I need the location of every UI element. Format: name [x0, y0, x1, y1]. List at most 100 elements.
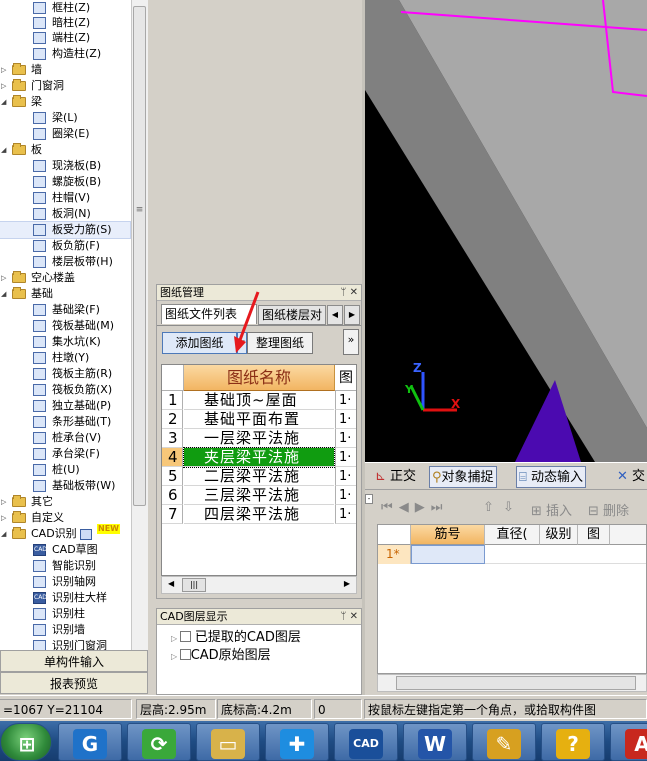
tree-node[interactable]: 板受力筋(S): [0, 221, 131, 239]
tab-drawing-floor[interactable]: 图纸楼层对: [258, 305, 326, 325]
checkbox[interactable]: [179, 649, 191, 660]
drawing-list-grid[interactable]: 图纸名称 图 1 基础顶~屋面 1· 2 基础平面布置 1· 3 一层梁平法施 1· 4 夹层梁平法…: [161, 364, 357, 576]
tree-node[interactable]: 承台梁(F): [0, 446, 130, 462]
column-header-grade[interactable]: 级别: [540, 525, 578, 545]
tree-node[interactable]: 筏板基础(M): [0, 318, 130, 334]
dynamic-input-button[interactable]: ⌸ 动态输入: [516, 466, 586, 488]
rebar-row-cells[interactable]: [485, 545, 646, 564]
column-header-diameter[interactable]: 直径(: [485, 525, 540, 545]
collapse-icon[interactable]: ◢: [1, 526, 8, 542]
table-row[interactable]: 2 基础平面布置 1·: [162, 410, 356, 429]
tab-next-icon[interactable]: ▶: [344, 305, 360, 325]
move-down-icon[interactable]: ⇩: [503, 500, 514, 515]
tree-node[interactable]: ▷ 空心楼盖: [0, 270, 130, 286]
close-icon[interactable]: ✕: [350, 611, 358, 622]
drawing-name-cell[interactable]: 三层梁平法施: [184, 486, 334, 505]
column-header-extra[interactable]: [610, 525, 646, 545]
tab-prev-icon[interactable]: ◀: [327, 305, 343, 325]
tree-node[interactable]: 独立基础(P): [0, 398, 130, 414]
collapse-icon[interactable]: ◢: [1, 142, 8, 158]
rebar-hscrollbar[interactable]: [377, 674, 647, 692]
tree-node[interactable]: CAD 识别柱大样: [0, 590, 130, 606]
tree-node[interactable]: 桩承台(V): [0, 430, 130, 446]
drawing-name-cell[interactable]: 基础平面布置: [184, 410, 334, 429]
tree-node[interactable]: 识别柱: [0, 606, 130, 622]
drawing-col3-cell[interactable]: 1·: [335, 410, 356, 429]
drawing-col3-cell[interactable]: 1·: [335, 505, 356, 524]
table-row[interactable]: 3 一层梁平法施 1·: [162, 429, 356, 448]
tree-node[interactable]: 暗柱(Z): [0, 15, 130, 31]
taskbar-button[interactable]: ✚: [265, 723, 329, 761]
tree-node[interactable]: 构造柱(Z): [0, 46, 130, 62]
pin-icon[interactable]: ᛘ: [340, 287, 346, 298]
expand-icon[interactable]: ▷: [1, 494, 8, 510]
taskbar-button[interactable]: CAD: [334, 723, 398, 761]
layer-item-original[interactable]: ▷ CAD原始图层: [171, 647, 271, 665]
drawing-name-cell[interactable]: 四层梁平法施: [184, 505, 334, 524]
table-row[interactable]: 6 三层梁平法施 1·: [162, 486, 356, 505]
drawing-viewport[interactable]: Z X Y: [365, 0, 647, 462]
taskbar-button[interactable]: ▭: [196, 723, 260, 761]
expand-icon[interactable]: ▷: [171, 634, 180, 643]
rebar-cell-current[interactable]: [411, 545, 485, 564]
tree-node[interactable]: 基础板带(W): [0, 478, 130, 494]
tree-node[interactable]: 基础梁(F): [0, 302, 130, 318]
checkbox[interactable]: [179, 631, 191, 642]
tree-node[interactable]: ◢ CAD识别 NEW: [0, 524, 130, 542]
taskbar-button[interactable]: ?: [541, 723, 605, 761]
column-header-shape[interactable]: 图: [578, 525, 610, 545]
expand-icon[interactable]: ▷: [1, 78, 8, 94]
taskbar-button[interactable]: ⟳: [127, 723, 191, 761]
expand-icon[interactable]: ▷: [1, 270, 8, 286]
taskbar-button[interactable]: G: [58, 723, 122, 761]
tree-node[interactable]: ▷ 墙: [0, 62, 130, 78]
report-preview-button[interactable]: 报表预览: [0, 672, 148, 694]
nav-arrows-icon[interactable]: ⏮◀▶⏭: [381, 500, 448, 515]
tree-node[interactable]: ▷ 其它: [0, 494, 130, 510]
tree-node[interactable]: ◢ 梁: [0, 94, 130, 110]
rebar-grid[interactable]: 筋号 直径( 级别 图 1*: [377, 524, 647, 674]
drawing-list-hscrollbar[interactable]: ◀ ||| ▶: [161, 576, 357, 594]
drawing-name-cell[interactable]: 夹层梁平法施: [183, 447, 335, 468]
tree-node[interactable]: 圈梁(E): [0, 126, 130, 142]
expand-icon[interactable]: ▷: [1, 510, 8, 526]
taskbar-button[interactable]: A: [610, 723, 647, 761]
column-header-drawing-name[interactable]: 图纸名称: [184, 365, 335, 391]
drawing-col3-cell[interactable]: 1·: [335, 429, 356, 448]
tree-node[interactable]: 桩(U): [0, 462, 130, 478]
table-row[interactable]: 1 基础顶~屋面 1·: [162, 391, 356, 410]
tree-node[interactable]: 端柱(Z): [0, 30, 130, 46]
tree-node[interactable]: 条形基础(T): [0, 414, 130, 430]
tree-node[interactable]: 柱帽(V): [0, 190, 130, 206]
rebar-hscroll-thumb[interactable]: [396, 676, 636, 690]
tree-node[interactable]: 识别门窗洞: [0, 638, 130, 650]
layer-item-extracted[interactable]: ▷ 已提取的CAD图层: [171, 629, 301, 647]
expand-icon[interactable]: ▷: [171, 652, 180, 661]
pin-icon[interactable]: ᛘ: [340, 611, 346, 622]
move-up-icon[interactable]: ⇧: [483, 500, 494, 515]
drawing-name-cell[interactable]: 基础顶~屋面: [184, 391, 334, 410]
tree-node[interactable]: 筏板主筋(R): [0, 366, 130, 382]
book-icon[interactable]: [80, 529, 92, 540]
close-icon[interactable]: ✕: [350, 287, 358, 298]
taskbar-button[interactable]: ✎: [472, 723, 536, 761]
tree-node[interactable]: ◢ 板: [0, 142, 130, 158]
tree-node[interactable]: 板洞(N): [0, 206, 130, 222]
column-header-3[interactable]: 图: [335, 365, 356, 391]
add-drawing-button[interactable]: 添加图纸: [162, 332, 237, 354]
table-row[interactable]: 4 夹层梁平法施 1·: [162, 447, 356, 468]
expand-icon[interactable]: ▷: [1, 62, 8, 78]
tree-node[interactable]: 框柱(Z): [0, 0, 130, 16]
collapse-icon[interactable]: ◢: [1, 286, 8, 302]
scroll-right-icon[interactable]: ▶: [344, 579, 350, 588]
tree-node[interactable]: ▷ 门窗洞: [0, 78, 130, 94]
component-tree[interactable]: 框柱(Z) 暗柱(Z) 端柱(Z) 构造柱(Z) ▷ 墙 ▷ 门窗洞 ◢ 梁梁(L) 圈梁(E) ◢ 板…: [0, 0, 131, 650]
tree-node[interactable]: 螺旋板(B): [0, 174, 130, 190]
tree-node[interactable]: ◢ 基础: [0, 286, 130, 302]
column-header-rebar-no[interactable]: 筋号: [411, 525, 485, 545]
tree-scroll-thumb[interactable]: [133, 6, 146, 506]
object-snap-button[interactable]: ⚲对象捕捉: [429, 466, 497, 488]
single-input-button[interactable]: 单构件输入: [0, 650, 148, 672]
tree-node[interactable]: 柱墩(Y): [0, 350, 130, 366]
taskbar-button[interactable]: W: [403, 723, 467, 761]
